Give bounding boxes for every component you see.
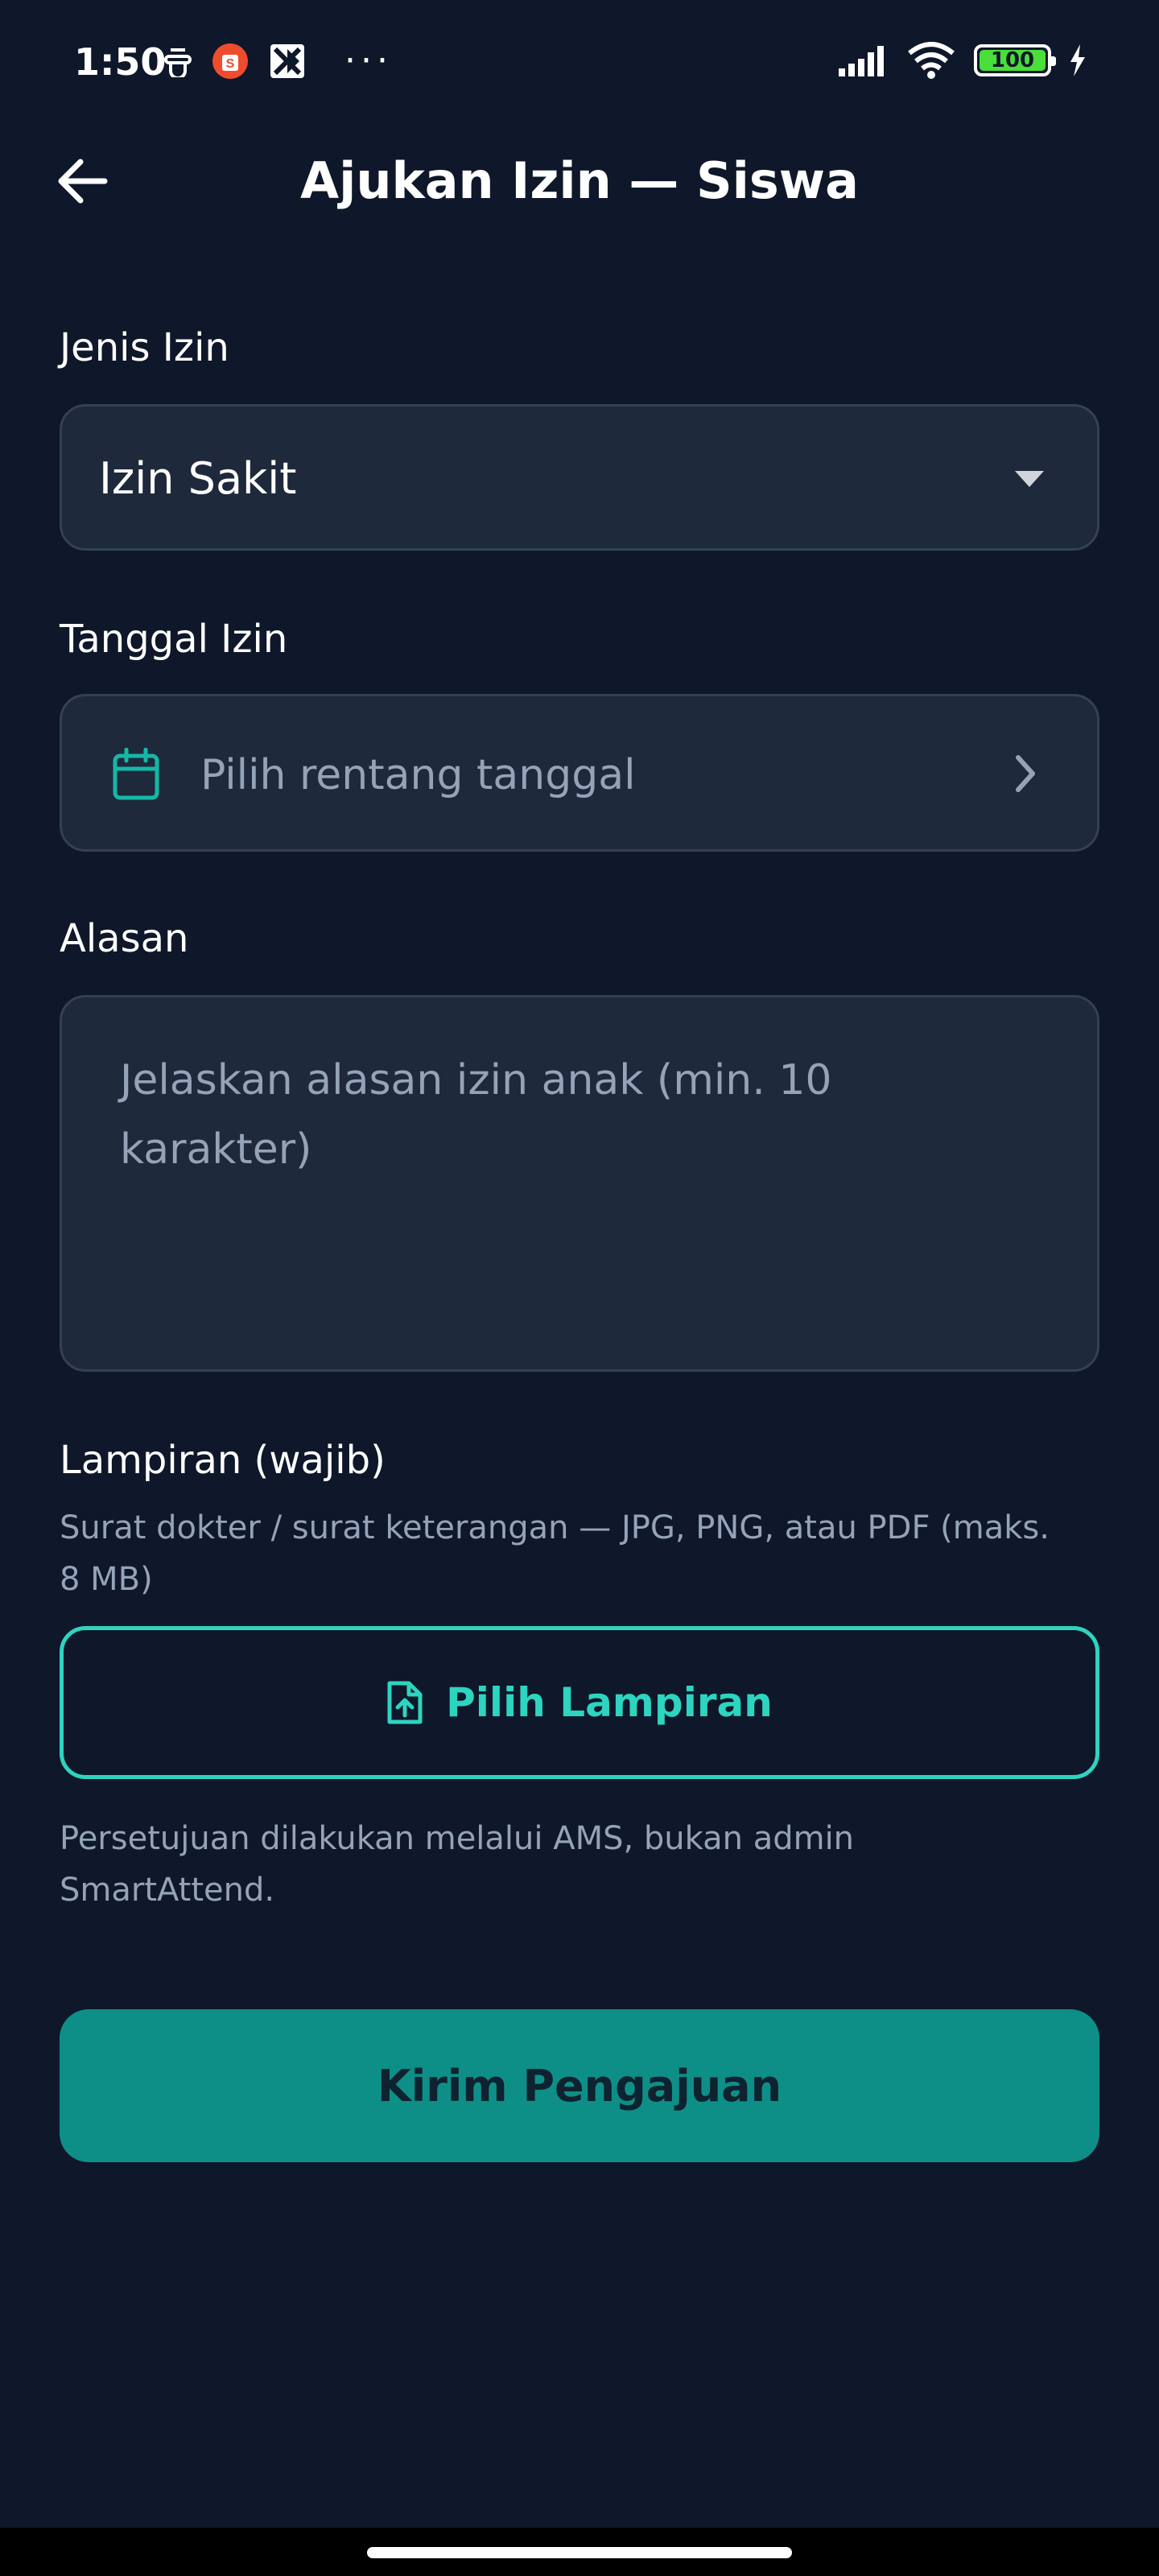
battery-level: 100 — [990, 48, 1035, 72]
kite-app-icon — [270, 44, 304, 78]
date-label: Tanggal Izin — [60, 617, 288, 662]
submit-button[interactable]: Kirim Pengajuan — [60, 2009, 1099, 2162]
date-placeholder: Pilih rentang tanggal — [200, 751, 636, 799]
approval-note: Persetujuan dilakukan melalui AMS, bukan… — [60, 1820, 855, 1909]
wifi-icon — [908, 42, 955, 79]
status-icons-left: S ··· — [164, 42, 393, 80]
choose-attachment-label: Pilih Lampiran — [446, 1679, 773, 1726]
date-range-picker[interactable]: Pilih rentang tanggal — [60, 694, 1099, 852]
page-title: Ajukan Izin — Siswa — [300, 151, 859, 210]
home-indicator[interactable] — [367, 2547, 792, 2558]
svg-text:S: S — [226, 57, 235, 71]
reason-placeholder: Jelaskan alasan izin anak (min. 10 karak… — [120, 1056, 832, 1174]
chevron-right-icon — [1016, 755, 1035, 792]
reason-textarea[interactable]: Jelaskan alasan izin anak (min. 10 karak… — [60, 995, 1099, 1372]
status-icons-right: 100 — [839, 42, 1087, 79]
charging-icon — [1070, 44, 1085, 76]
file-upload-icon — [387, 1681, 423, 1724]
type-select-value: Izin Sakit — [99, 453, 297, 504]
dropdown-arrow-icon — [1015, 471, 1044, 487]
attachment-hint: Surat dokter / surat keterangan — JPG, P… — [60, 1509, 1050, 1598]
app-bar: Ajukan Izin — Siswa — [0, 137, 1159, 225]
calendar-icon — [113, 748, 159, 800]
submit-label: Kirim Pengajuan — [377, 2060, 782, 2112]
system-nav-bar — [0, 2528, 1159, 2576]
type-select[interactable]: Izin Sakit — [60, 404, 1099, 551]
status-bar: 1:50 S ··· 100 — [0, 0, 1159, 129]
shopee-icon: S — [212, 43, 248, 79]
screen: 1:50 S ··· 100 Ajukan Izin — Siswa Jenis… — [0, 0, 1159, 2576]
attachment-label: Lampiran (wajib) — [60, 1438, 386, 1483]
signal-icon — [839, 46, 884, 76]
reason-label: Alasan — [60, 916, 189, 961]
type-label: Jenis Izin — [60, 325, 229, 370]
notification-icon — [164, 48, 192, 77]
status-time: 1:50 — [74, 40, 167, 84]
choose-attachment-button[interactable]: Pilih Lampiran — [60, 1626, 1099, 1779]
more-dots-icon: ··· — [344, 40, 393, 81]
battery-icon: 100 — [974, 44, 1056, 76]
